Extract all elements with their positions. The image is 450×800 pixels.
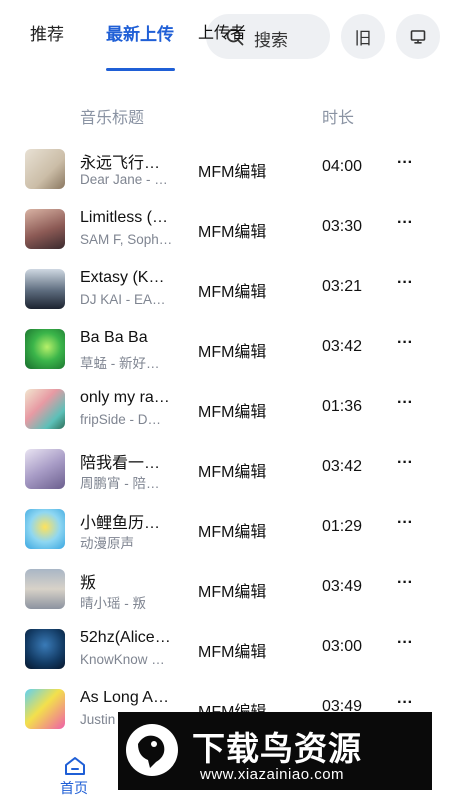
song-row[interactable]: 永远飞行… Dear Jane - … MFM编辑 04:00 ···: [0, 139, 450, 199]
more-options-icon[interactable]: ···: [394, 634, 416, 654]
song-duration: 03:30: [322, 218, 363, 235]
watermark-title: 下载鸟资源: [192, 730, 362, 767]
column-header-duration: 时长: [322, 110, 355, 127]
song-title: Ba Ba Ba: [80, 329, 148, 346]
song-artist: KnowKnow …: [80, 652, 165, 667]
tab-recommend[interactable]: 推荐: [30, 24, 64, 46]
song-uploader: MFM编辑: [198, 644, 267, 661]
home-icon[interactable]: [64, 756, 86, 776]
song-duration: 01:29: [322, 518, 363, 535]
more-options-icon[interactable]: ···: [394, 574, 416, 594]
album-cover: [25, 269, 65, 309]
album-cover: [25, 509, 65, 549]
more-options-icon[interactable]: ···: [394, 394, 416, 414]
song-artist: 周鹏宵 - 陪…: [80, 476, 160, 491]
album-cover: [25, 149, 65, 189]
album-cover: [25, 689, 65, 729]
song-duration: 03:42: [322, 458, 363, 475]
song-title: Extasy (K…: [80, 269, 165, 286]
song-row[interactable]: 52hz(Alice… KnowKnow … MFM编辑 03:00 ···: [0, 619, 450, 679]
nav-home-label[interactable]: 首页: [60, 778, 88, 798]
column-header-title: 音乐标题: [80, 110, 145, 127]
old-version-button[interactable]: 旧: [341, 14, 385, 59]
song-title: Limitless (…: [80, 209, 169, 226]
song-uploader: MFM编辑: [198, 404, 267, 421]
bird-logo-icon: [126, 724, 178, 776]
song-row[interactable]: 叛 晴小瑶 - 叛 MFM编辑 03:49 ···: [0, 559, 450, 619]
song-artist: fripSide - D…: [80, 412, 162, 427]
watermark-url: www.xiazainiao.com: [200, 766, 345, 783]
song-duration: 03:42: [322, 338, 363, 355]
more-options-icon[interactable]: ···: [394, 334, 416, 354]
more-options-icon[interactable]: ···: [394, 214, 416, 234]
more-options-icon[interactable]: ···: [394, 274, 416, 294]
song-artist: SAM F, Soph…: [80, 232, 173, 247]
song-uploader: MFM编辑: [198, 584, 267, 601]
song-title: 永远飞行…: [80, 155, 161, 172]
album-cover: [25, 629, 65, 669]
song-row[interactable]: Extasy (K… DJ KAI - EA… MFM编辑 03:21 ···: [0, 259, 450, 319]
song-uploader: MFM编辑: [198, 284, 267, 301]
song-row[interactable]: Ba Ba Ba 草蜢 - 新好… MFM编辑 03:42 ···: [0, 319, 450, 379]
song-row[interactable]: 陪我看一… 周鹏宵 - 陪… MFM编辑 03:42 ···: [0, 439, 450, 499]
song-uploader: MFM编辑: [198, 464, 267, 481]
search-placeholder: 搜索: [254, 31, 288, 50]
song-uploader: MFM编辑: [198, 164, 267, 181]
song-title: 叛: [80, 575, 97, 592]
song-title: 52hz(Alice…: [80, 629, 171, 646]
song-duration: 03:21: [322, 278, 363, 295]
tab-latest[interactable]: 最新上传: [106, 24, 174, 46]
song-row[interactable]: only my ra… fripSide - D… MFM编辑 01:36 ··…: [0, 379, 450, 439]
song-artist: 草蜢 - 新好…: [80, 356, 160, 371]
active-tab-indicator: [106, 68, 175, 71]
old-version-label: 旧: [354, 29, 372, 48]
song-uploader: MFM编辑: [198, 224, 267, 241]
song-duration: 03:49: [322, 578, 363, 595]
column-header-uploader: 上传者: [198, 25, 247, 42]
album-cover: [25, 329, 65, 369]
song-uploader: MFM编辑: [198, 344, 267, 361]
song-title: 陪我看一…: [80, 455, 161, 472]
song-duration: 01:36: [322, 398, 363, 415]
more-options-icon[interactable]: ···: [394, 694, 416, 714]
song-duration: 03:00: [322, 638, 363, 655]
song-artist: DJ KAI - EA…: [80, 292, 166, 307]
more-options-icon[interactable]: ···: [394, 454, 416, 474]
monitor-icon: [410, 29, 426, 44]
song-duration: 04:00: [322, 158, 363, 175]
album-cover: [25, 569, 65, 609]
song-uploader: MFM编辑: [198, 524, 267, 541]
more-options-icon[interactable]: ···: [394, 514, 416, 534]
album-cover: [25, 389, 65, 429]
album-cover: [25, 449, 65, 489]
song-title: 小鲤鱼历…: [80, 515, 161, 532]
more-options-icon[interactable]: ···: [394, 154, 416, 174]
song-artist: 晴小瑶 - 叛: [80, 596, 146, 611]
song-title: only my ra…: [80, 389, 170, 406]
song-row[interactable]: 小鲤鱼历… 动漫原声 MFM编辑 01:29 ···: [0, 499, 450, 559]
song-artist: 动漫原声: [80, 536, 134, 551]
album-cover: [25, 209, 65, 249]
song-artist: Dear Jane - …: [80, 172, 168, 187]
screen-button[interactable]: [396, 14, 440, 59]
song-title: As Long A…: [80, 689, 169, 706]
song-row[interactable]: Limitless (… SAM F, Soph… MFM编辑 03:30 ··…: [0, 199, 450, 259]
